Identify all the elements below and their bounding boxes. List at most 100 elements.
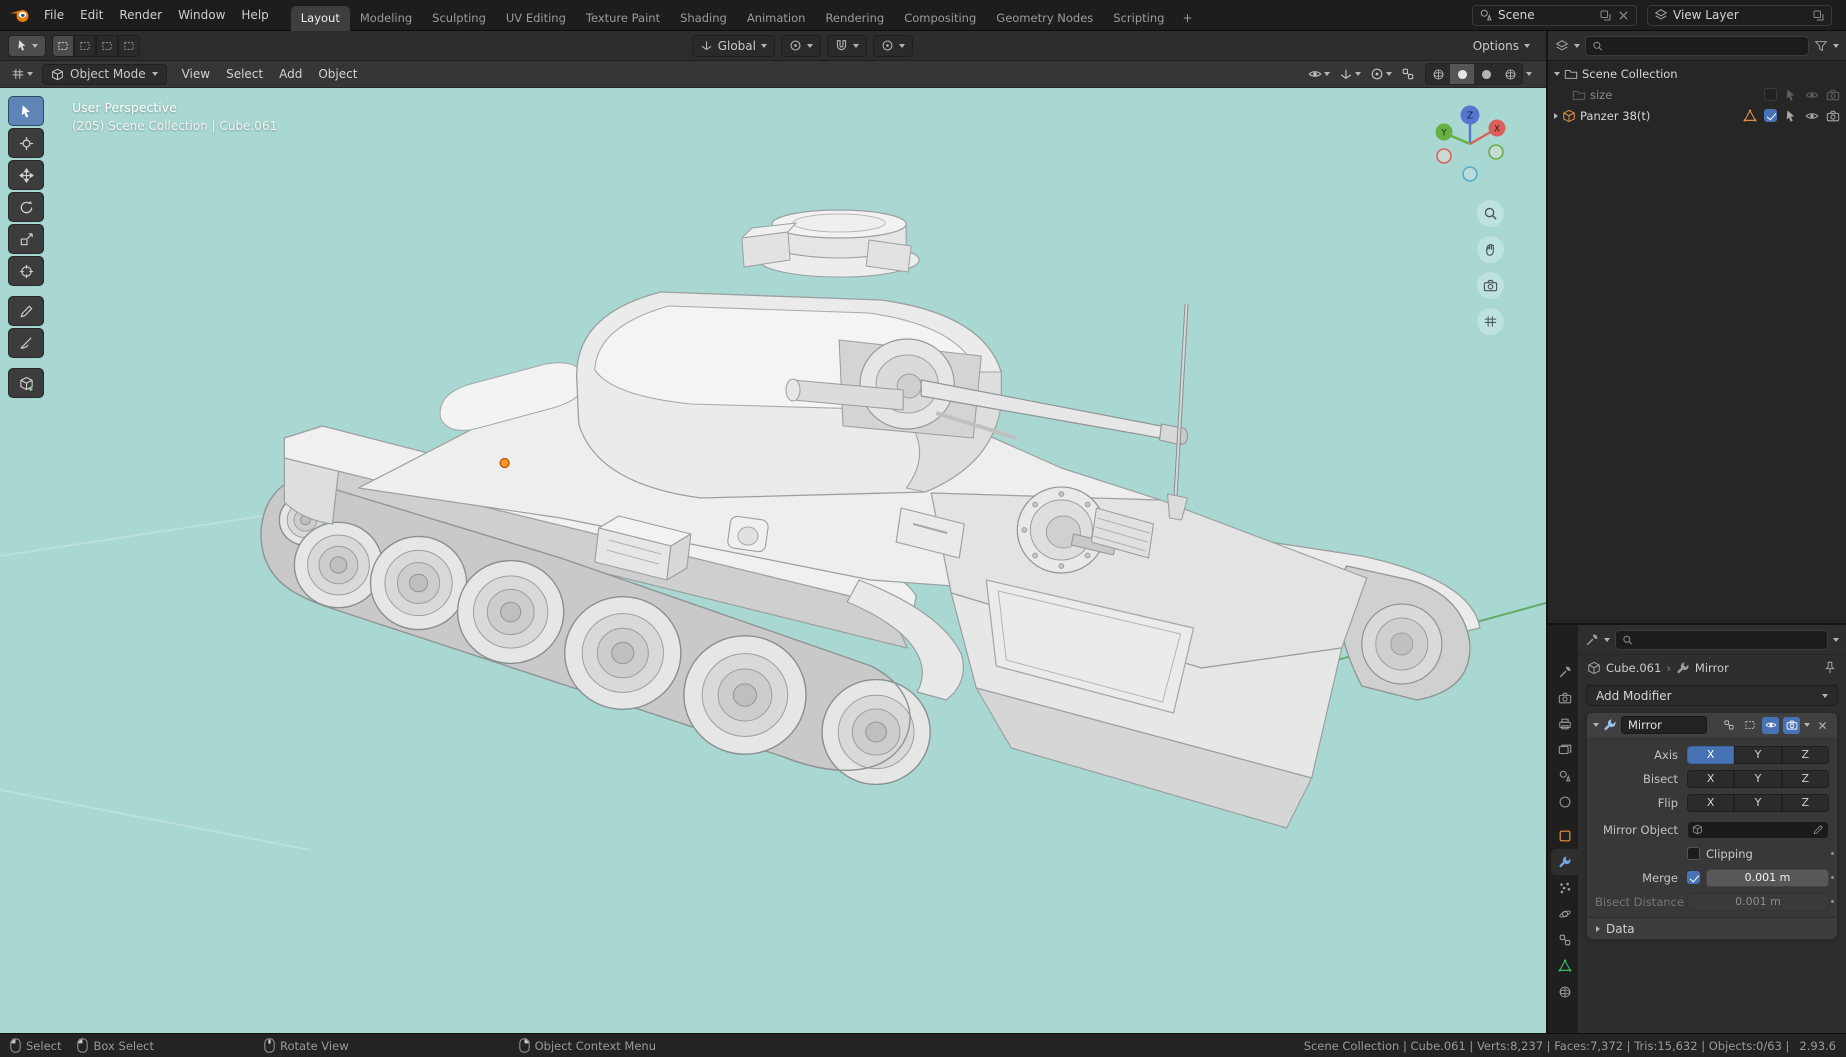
menu-file[interactable]: File xyxy=(36,5,72,25)
render-visibility-icon[interactable] xyxy=(1826,109,1840,123)
tab-object-data[interactable] xyxy=(1551,953,1578,979)
tab-output[interactable] xyxy=(1551,711,1578,737)
properties-search[interactable] xyxy=(1615,629,1828,650)
mode-dropdown[interactable]: Object Mode xyxy=(42,63,167,85)
outliner-row-scene-collection[interactable]: Scene Collection xyxy=(1548,63,1846,84)
active-tool-dropdown[interactable] xyxy=(8,34,46,57)
view-layer-name[interactable]: View Layer xyxy=(1673,8,1739,22)
tab-object[interactable] xyxy=(1551,823,1578,849)
object-origin-point[interactable] xyxy=(499,457,510,469)
properties-editor-dropdown[interactable] xyxy=(1604,637,1610,642)
tab-modifiers[interactable] xyxy=(1551,849,1578,875)
bisect-y-button[interactable]: Y xyxy=(1734,769,1782,788)
outliner-editor-icon[interactable] xyxy=(1555,39,1569,53)
shading-wireframe-button[interactable] xyxy=(1426,64,1450,84)
navigation-gizmo[interactable]: Z X Y xyxy=(1424,98,1516,190)
outliner-row-size[interactable]: size xyxy=(1548,84,1846,105)
workspace-tab-sculpting[interactable]: Sculpting xyxy=(422,6,496,31)
workspace-tab-uv-editing[interactable]: UV Editing xyxy=(496,6,576,31)
workspace-tab-modeling[interactable]: Modeling xyxy=(350,6,422,31)
workspace-tab-animation[interactable]: Animation xyxy=(737,6,816,31)
gizmo-axis-x[interactable]: X xyxy=(1488,119,1506,137)
gizmo-axis-z-neg[interactable] xyxy=(1462,166,1478,182)
blender-logo-icon[interactable] xyxy=(8,6,32,24)
tab-render[interactable] xyxy=(1551,685,1578,711)
tab-physics[interactable] xyxy=(1551,901,1578,927)
object-visibility-dropdown[interactable] xyxy=(1305,64,1333,84)
new-scene-icon[interactable] xyxy=(1599,9,1612,22)
gizmo-axis-y-neg[interactable] xyxy=(1488,144,1504,160)
unlink-scene-icon[interactable] xyxy=(1617,9,1630,22)
select-mode-extend[interactable] xyxy=(74,34,96,57)
tab-view-layer[interactable] xyxy=(1551,737,1578,763)
merge-threshold-field[interactable]: 0.001 m xyxy=(1706,868,1829,887)
exclude-checkbox[interactable] xyxy=(1764,109,1777,122)
data-subpanel-header[interactable]: Data xyxy=(1587,917,1837,939)
breadcrumb-object[interactable]: Cube.061 xyxy=(1606,661,1661,675)
tool-scale[interactable] xyxy=(8,224,44,254)
pan-button[interactable] xyxy=(1477,236,1504,263)
tab-scene[interactable] xyxy=(1551,763,1578,789)
tank-model[interactable] xyxy=(260,209,1481,829)
add-modifier-button[interactable]: Add Modifier xyxy=(1586,685,1838,706)
workspace-tab-rendering[interactable]: Rendering xyxy=(815,6,894,31)
transform-orientation-dropdown[interactable]: Global xyxy=(691,34,775,57)
workspace-tab-scripting[interactable]: Scripting xyxy=(1103,6,1174,31)
tab-particles[interactable] xyxy=(1551,875,1578,901)
disclosure-open-icon[interactable] xyxy=(1554,71,1560,76)
tab-constraints[interactable] xyxy=(1551,927,1578,953)
eyedropper-icon[interactable] xyxy=(1813,824,1824,835)
outliner-item-label[interactable]: Scene Collection xyxy=(1582,67,1678,81)
animate-dot[interactable] xyxy=(1831,852,1834,855)
show-gizmo-dropdown[interactable] xyxy=(1336,64,1364,84)
hide-eye-icon[interactable] xyxy=(1805,109,1819,123)
shading-dropdown[interactable] xyxy=(1526,72,1532,76)
tool-transform[interactable] xyxy=(8,256,44,286)
properties-options-dropdown[interactable] xyxy=(1833,637,1839,642)
zoom-button[interactable] xyxy=(1477,200,1504,227)
toggle-edit-mode[interactable] xyxy=(1741,717,1758,734)
workspace-tab-geometry-nodes[interactable]: Geometry Nodes xyxy=(986,6,1103,31)
remove-modifier-button[interactable] xyxy=(1814,717,1831,734)
animate-dot[interactable] xyxy=(1831,900,1834,903)
proportional-edit-dropdown[interactable] xyxy=(872,34,913,57)
xray-toggle[interactable] xyxy=(1398,64,1418,84)
merge-checkbox[interactable] xyxy=(1687,871,1700,884)
tool-rotate[interactable] xyxy=(8,192,44,222)
camera-view-button[interactable] xyxy=(1477,272,1504,299)
pin-icon[interactable] xyxy=(1823,661,1837,675)
tool-cursor[interactable] xyxy=(8,128,44,158)
show-overlays-dropdown[interactable] xyxy=(1367,64,1395,84)
workspace-tab-layout[interactable]: Layout xyxy=(290,5,350,31)
outliner-search-input[interactable] xyxy=(1608,39,1802,52)
clipping-checkbox[interactable] xyxy=(1687,847,1700,860)
select-mode-subtract[interactable] xyxy=(96,34,118,57)
scene-name[interactable]: Scene xyxy=(1498,8,1535,22)
workspace-tab-compositing[interactable]: Compositing xyxy=(894,6,986,31)
pivot-point-dropdown[interactable] xyxy=(780,34,821,57)
scene-selector[interactable]: Scene xyxy=(1472,4,1637,26)
toggle-realtime-display[interactable] xyxy=(1762,716,1779,734)
toggle-render-display[interactable] xyxy=(1783,716,1800,734)
snap-toggle[interactable] xyxy=(826,34,867,57)
viewport-menu-view[interactable]: View xyxy=(175,64,217,84)
options-dropdown[interactable]: Options xyxy=(1465,35,1538,57)
outliner-search[interactable] xyxy=(1585,35,1809,56)
outliner-item-label[interactable]: Panzer 38(t) xyxy=(1580,109,1650,123)
workspace-tab-shading[interactable]: Shading xyxy=(670,6,737,31)
tool-select-box[interactable] xyxy=(8,96,44,126)
shading-material-button[interactable] xyxy=(1474,64,1498,84)
select-mode-new[interactable] xyxy=(52,34,74,57)
disclosure-closed-icon[interactable] xyxy=(1554,112,1558,119)
filter-dropdown[interactable] xyxy=(1833,43,1839,48)
modifier-name-field[interactable]: Mirror xyxy=(1621,716,1707,734)
new-view-layer-icon[interactable] xyxy=(1812,9,1825,22)
shading-solid-button[interactable] xyxy=(1450,64,1474,84)
workspace-tab-texture-paint[interactable]: Texture Paint xyxy=(576,6,670,31)
gizmo-axis-y[interactable]: Y xyxy=(1435,123,1453,141)
tab-material[interactable] xyxy=(1551,979,1578,1005)
bisect-distance-field[interactable]: 0.001 m xyxy=(1687,892,1829,911)
bisect-z-button[interactable]: Z xyxy=(1781,769,1829,788)
flip-x-button[interactable]: X xyxy=(1687,793,1735,812)
menu-help[interactable]: Help xyxy=(233,5,276,25)
